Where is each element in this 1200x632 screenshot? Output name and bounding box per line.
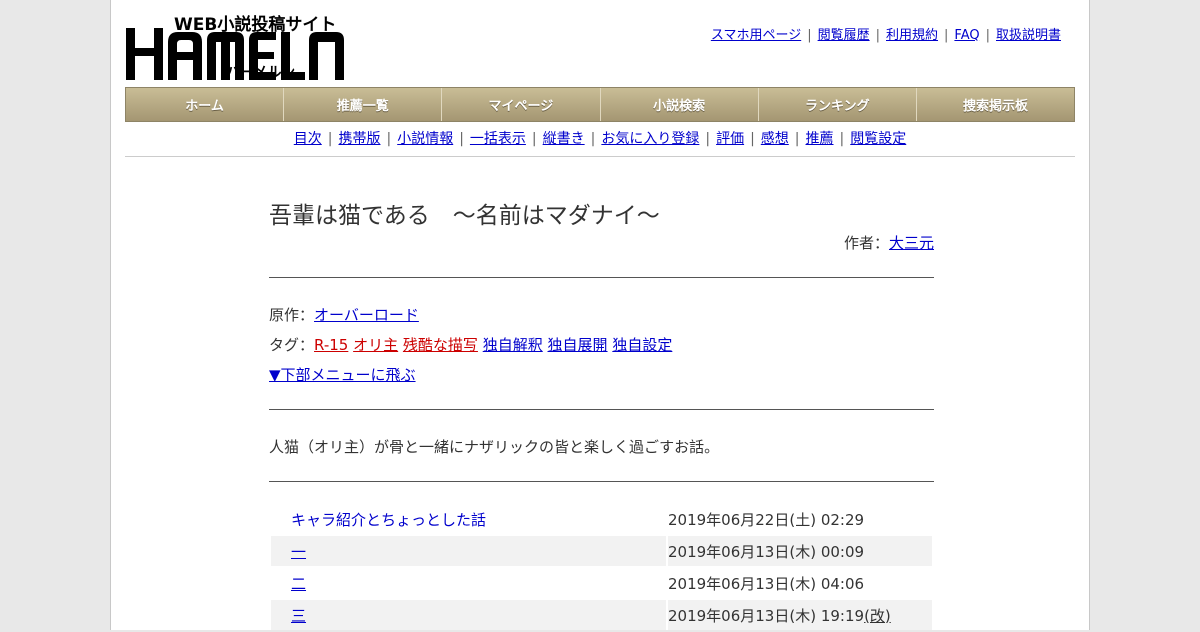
nav-mypage[interactable]: マイページ [442,88,601,121]
smartphone-page-link[interactable]: スマホ用ページ [711,28,801,43]
table-row: 二 2019年06月13日(木) 04:06 [271,568,932,598]
subnav-recommend[interactable]: 推薦 [806,131,834,147]
chapter-date: 2019年06月13日(木) 04:06 [668,574,865,593]
tag-cruel-depiction[interactable]: 残酷な描写 [403,336,478,354]
chapter-date: 2019年06月13日(木) 19:19 [668,606,865,625]
tag-r15[interactable]: R-15 [314,336,348,354]
main-navigation: ホーム 推薦一覧 マイページ 小説検索 ランキング 捜索掲示板 [125,87,1075,122]
subnav-all[interactable]: 一括表示 [470,131,526,147]
tag-own-development[interactable]: 独自展開 [548,336,608,354]
page-container: WEB小説投稿サイト ハーメルン スマホ用ページ | 閲覧履歴 | 利用規約 |… [110,0,1090,630]
nav-ranking[interactable]: ランキング [759,88,917,121]
tag-own-interpretation[interactable]: 独自解釈 [483,336,543,354]
history-link[interactable]: 閲覧履歴 [818,28,870,43]
subnav-impressions[interactable]: 感想 [761,131,789,147]
original-label: 原作： [269,306,315,324]
subnav-rating[interactable]: 評価 [716,131,744,147]
chapter-link[interactable]: 三 [291,607,306,625]
table-row: 三 2019年06月13日(木) 19:19(改) [271,600,932,630]
novel-subnav: 目次 | 携帯版 | 小説情報 | 一括表示 | 縦書き | お気に入り登録 | 評価 | 感想 | 推薦 | 閲覧… [125,128,1075,157]
jump-to-bottom-link[interactable]: ▼下部メニューに飛ぶ [269,366,416,384]
novel-summary: 人猫（オリ主）が骨と一緒にナザリックの皆と楽しく過ごすお話。 [269,438,720,456]
tags-label: タグ： [269,336,315,354]
nav-novel-search[interactable]: 小説検索 [601,88,759,121]
divider [269,409,934,410]
site-logo[interactable]: WEB小説投稿サイト ハーメルン [126,10,346,81]
top-links: スマホ用ページ | 閲覧履歴 | 利用規約 | FAQ | 取扱説明書 [710,28,1061,43]
chapter-date-cell: 2019年06月13日(木) 19:19(改) [668,600,932,630]
chapter-link[interactable]: 一 [291,543,306,561]
subnav-mobile[interactable]: 携帯版 [338,131,380,147]
subnav-vertical[interactable]: 縦書き [543,131,585,147]
original-work-line: 原作：オーバーロード [269,304,419,325]
nav-home[interactable]: ホーム [126,88,285,121]
chapter-date: 2019年06月22日(土) 02:29 [668,510,865,529]
faq-link[interactable]: FAQ [954,28,979,43]
subnav-info[interactable]: 小説情報 [397,131,453,147]
nav-recommendations[interactable]: 推薦一覧 [284,88,443,121]
subnav-toc[interactable]: 目次 [294,131,322,147]
author-label: 作者： [843,234,889,252]
subnav-favorite[interactable]: お気に入り登録 [601,131,699,147]
divider [269,277,934,278]
table-row: 一 2019年06月13日(木) 00:09 [271,536,932,566]
chapter-date: 2019年06月13日(木) 00:09 [668,536,932,566]
logo-kana: ハーメルン [226,65,296,81]
tag-own-setting[interactable]: 独自設定 [612,336,672,354]
tags-line: タグ：R-15 オリ主 残酷な描写 独自解釈 独自展開 独自設定 [269,334,672,355]
subnav-view-settings[interactable]: 閲覧設定 [850,131,906,147]
chapter-table: キャラ紹介とちょっとした話 2019年06月22日(土) 02:29 一 201… [269,502,934,632]
revision-link[interactable]: (改) [864,607,891,625]
author-line: 作者：大三元 [844,232,934,253]
divider [269,481,934,482]
original-work-link[interactable]: オーバーロード [314,306,419,324]
novel-title: 吾輩は猫である ～名前はマダナイ～ [269,203,660,229]
jump-line: ▼下部メニューに飛ぶ [269,364,416,385]
tag-original-protagonist[interactable]: オリ主 [353,336,398,354]
terms-link[interactable]: 利用規約 [886,28,938,43]
nav-search-board[interactable]: 捜索掲示板 [917,88,1074,121]
table-row: キャラ紹介とちょっとした話 2019年06月22日(土) 02:29 [271,504,932,534]
chapter-link[interactable]: 二 [291,575,306,593]
chapter-link[interactable]: キャラ紹介とちょっとした話 [291,511,486,529]
manual-link[interactable]: 取扱説明書 [996,28,1061,43]
author-link[interactable]: 大三元 [889,234,934,252]
